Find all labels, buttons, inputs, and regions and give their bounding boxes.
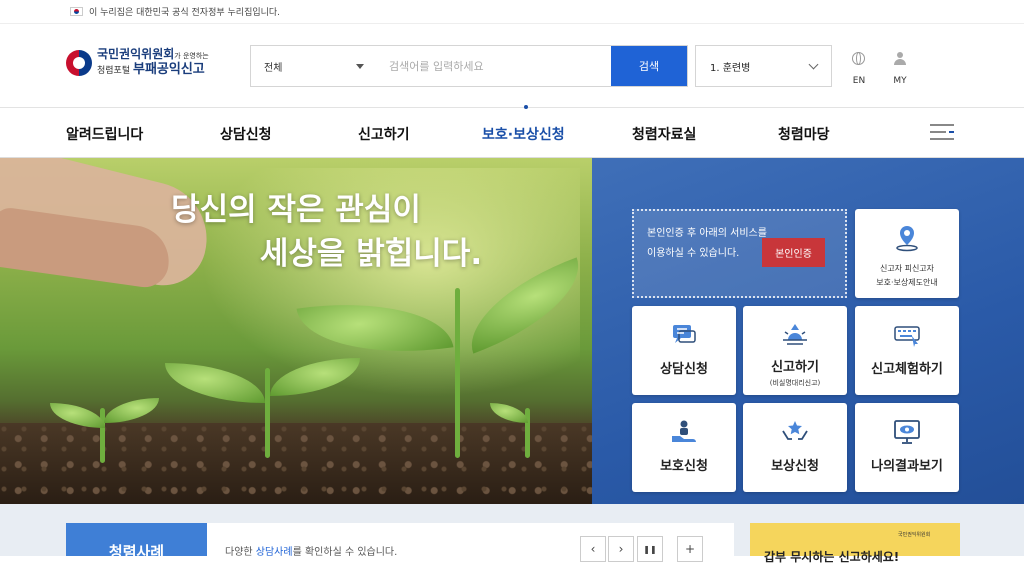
site-logo[interactable]: 국민권익위원회가 운영하는 청렴포털 부패공익신고 bbox=[66, 47, 209, 78]
card-experience-label: 신고체험하기 bbox=[871, 362, 943, 377]
hamburger-menu-icon[interactable] bbox=[930, 124, 954, 142]
card-report-sub: (비실명대리신고) bbox=[769, 379, 821, 387]
card-consult[interactable]: 상담신청 bbox=[632, 306, 736, 395]
gov-notice-bar: 이 누리집은 대한민국 공식 전자정부 누리집입니다. bbox=[0, 0, 1024, 24]
nav-item-consult[interactable]: 상담신청 bbox=[220, 124, 272, 144]
caret-down-icon bbox=[356, 63, 364, 69]
star-hands-icon bbox=[780, 417, 810, 447]
card-results[interactable]: 나의결과보기 bbox=[855, 403, 959, 492]
logo-org: 국민권익위원회 bbox=[97, 47, 175, 61]
sunrise-report-icon bbox=[780, 320, 810, 350]
card-protection-guide[interactable]: 신고자 피신고자 보호·보상제도안내 bbox=[855, 209, 959, 298]
gov-notice-text: 이 누리집은 대한민국 공식 전자정부 누리집입니다. bbox=[89, 8, 281, 18]
cases-text-post: 를 확인하실 수 있습니다. bbox=[292, 547, 398, 558]
logo-text: 국민권익위원회가 운영하는 청렴포털 부패공익신고 bbox=[97, 47, 209, 78]
pause-button[interactable]: ❚❚ bbox=[637, 536, 663, 562]
card-protect-label: 보호신청 bbox=[660, 459, 708, 474]
identity-verify-button[interactable]: 본인인증 bbox=[762, 238, 825, 267]
search-button[interactable]: 검색 bbox=[611, 46, 687, 86]
nav-item-community[interactable]: 청렴마당 bbox=[778, 124, 830, 144]
guide-line2: 보호·보상제도안내 bbox=[876, 278, 938, 287]
chevron-down-icon bbox=[808, 59, 819, 69]
card-results-label: 나의결과보기 bbox=[871, 459, 943, 474]
search-scope-select[interactable]: 전체 bbox=[251, 46, 377, 86]
chat-bubble-icon bbox=[669, 320, 699, 350]
cases-text-pre: 다양한 bbox=[225, 547, 256, 558]
monitor-eye-icon bbox=[892, 417, 922, 447]
globe-icon[interactable] bbox=[852, 52, 865, 65]
identity-verification-box: 본인인증 후 아래의 서비스를 이용하실 수 있습니다. 본인인증 bbox=[632, 209, 847, 298]
hero-slogan-line2: 세상을 밝힙니다. bbox=[259, 236, 483, 272]
tab-integrity-cases[interactable]: 청렴사례 bbox=[66, 523, 207, 556]
my-page-link[interactable]: MY bbox=[885, 76, 915, 86]
promo-banner-text: 갑부 무시하는 신고하세요! bbox=[764, 550, 900, 564]
search-bar: 전체 검색 bbox=[250, 45, 688, 87]
trending-keyword-value: 1. 훈련병 bbox=[710, 62, 751, 74]
card-consult-label: 상담신청 bbox=[660, 362, 708, 377]
prev-button[interactable]: ‹ bbox=[580, 536, 606, 562]
lang-en-link[interactable]: EN bbox=[844, 76, 874, 86]
nav-item-notice[interactable]: 알려드립니다 bbox=[66, 124, 143, 144]
card-report-label: 신고하기 bbox=[771, 360, 819, 375]
map-pin-icon bbox=[892, 223, 922, 253]
trending-keyword-select[interactable]: 1. 훈련병 bbox=[695, 45, 832, 87]
card-protect[interactable]: 보호신청 bbox=[632, 403, 736, 492]
card-experience[interactable]: 신고체험하기 bbox=[855, 306, 959, 395]
next-button[interactable]: › bbox=[608, 536, 634, 562]
card-reward-label: 보상신청 bbox=[771, 459, 819, 474]
promo-banner-logo: 국민권익위원회 bbox=[898, 532, 931, 538]
nav-item-protection[interactable]: 보호·보상신청 bbox=[482, 124, 565, 144]
guide-line1: 신고자 피신고자 bbox=[879, 264, 935, 273]
hero-slogan: 당신의 작은 관심이 세상을 밝힙니다. bbox=[0, 188, 592, 276]
auth-message: 본인인증 후 아래의 서비스를 이용하실 수 있습니다. bbox=[647, 228, 767, 259]
search-scope-value: 전체 bbox=[264, 62, 283, 74]
header: 국민권익위원회가 운영하는 청렴포털 부패공익신고 전체 검색 1. 훈련병 E… bbox=[0, 24, 1024, 108]
logo-portal: 청렴포털 bbox=[97, 66, 131, 76]
nav-item-report[interactable]: 신고하기 bbox=[358, 124, 410, 144]
logo-org-suffix: 가 운영하는 bbox=[174, 52, 209, 60]
hero-image-seedlings: 당신의 작은 관심이 세상을 밝힙니다. bbox=[0, 158, 596, 504]
nav-item-resources[interactable]: 청렴자료실 bbox=[632, 124, 696, 144]
main-nav: 알려드립니다 상담신청 신고하기 보호·보상신청 청렴자료실 청렴마당 bbox=[0, 105, 1024, 158]
user-icon[interactable] bbox=[894, 52, 906, 65]
card-report[interactable]: 신고하기 (비실명대리신고) bbox=[743, 306, 847, 395]
search-input[interactable] bbox=[377, 46, 611, 86]
logo-service: 부패공익신고 bbox=[133, 62, 205, 77]
more-button[interactable]: + bbox=[677, 536, 703, 562]
acrc-emblem-icon bbox=[66, 49, 92, 76]
card-reward[interactable]: 보상신청 bbox=[743, 403, 847, 492]
keyboard-cursor-icon bbox=[892, 320, 922, 350]
hand-person-icon bbox=[669, 417, 699, 447]
korea-flag-icon bbox=[70, 7, 83, 16]
consult-cases-link[interactable]: 상담사례 bbox=[256, 547, 293, 558]
hero-slogan-line1: 당신의 작은 관심이 bbox=[171, 192, 421, 228]
active-indicator-dot bbox=[524, 105, 528, 109]
